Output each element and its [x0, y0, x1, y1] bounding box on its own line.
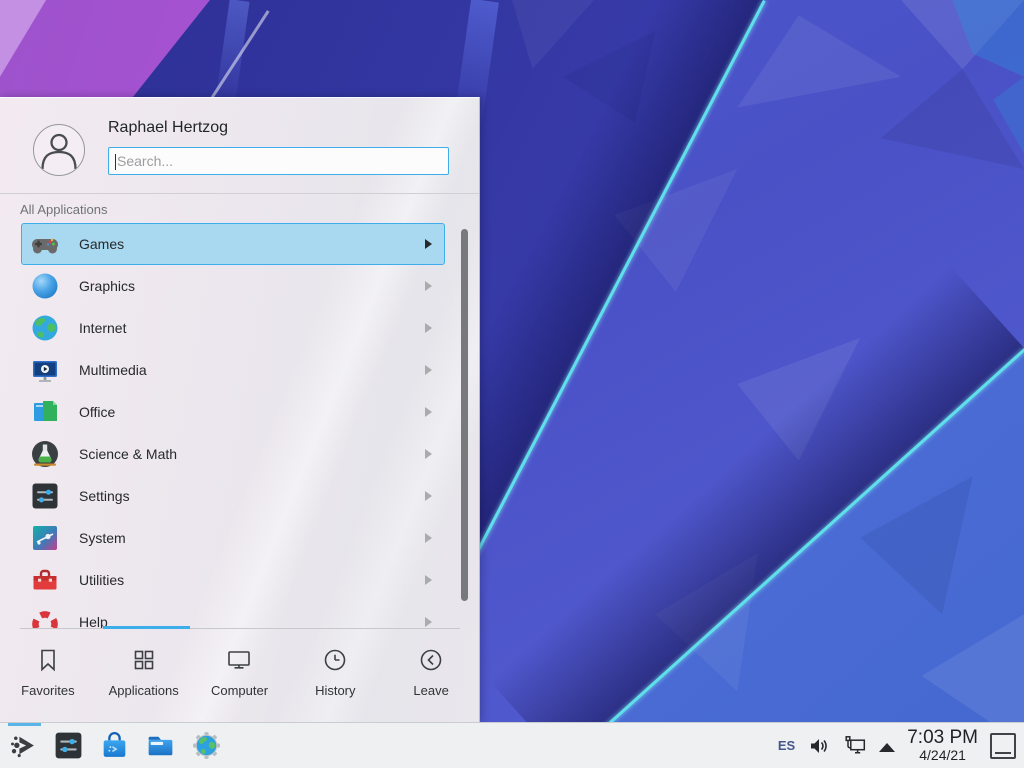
system-settings-icon[interactable]: [52, 729, 85, 762]
launcher-tab-bar: Favorites Applications Computer History …: [0, 636, 479, 716]
tray-expand-arrow-icon[interactable]: [879, 743, 895, 752]
system-slider-icon: [29, 522, 61, 554]
submenu-arrow-icon: [425, 575, 432, 585]
submenu-arrow-icon: [425, 281, 432, 291]
desktop: Raphael Hertzog All Applications Games G…: [0, 0, 1024, 768]
system-tray: ES 7:03 PM 4/24/21: [778, 723, 1016, 768]
search-box: [108, 147, 449, 175]
kde-launcher-icon[interactable]: [6, 729, 39, 762]
submenu-arrow-icon: [425, 365, 432, 375]
menu-item-graphics[interactable]: Graphics: [21, 265, 445, 307]
network-icon[interactable]: [843, 734, 867, 758]
clock-date: 4/24/21: [919, 748, 966, 763]
menu-item-office[interactable]: Office: [21, 391, 445, 433]
submenu-arrow-icon: [425, 449, 432, 459]
dolphin-file-manager-icon[interactable]: [144, 729, 177, 762]
launcher-header: Raphael Hertzog: [0, 98, 479, 193]
clock-time: 7:03 PM: [907, 728, 978, 748]
bookmark-icon: [34, 646, 62, 674]
section-label: All Applications: [20, 202, 107, 217]
submenu-arrow-icon: [425, 491, 432, 501]
submenu-arrow-icon: [425, 239, 432, 249]
keyboard-layout-indicator[interactable]: ES: [778, 738, 795, 753]
lifebuoy-icon: [29, 606, 61, 628]
tab-history[interactable]: History: [287, 636, 383, 716]
grid-icon: [130, 646, 158, 674]
menu-item-internet[interactable]: Internet: [21, 307, 445, 349]
user-name: Raphael Hertzog: [108, 119, 228, 137]
list-scrollbar[interactable]: [461, 229, 468, 601]
submenu-arrow-icon: [425, 617, 432, 627]
tab-applications[interactable]: Applications: [96, 636, 192, 716]
list-scroll-indicator: [103, 626, 190, 629]
sliders-icon: [29, 480, 61, 512]
leave-icon: [417, 646, 445, 674]
menu-item-multimedia[interactable]: Multimedia: [21, 349, 445, 391]
clock-icon: [321, 646, 349, 674]
menu-item-help[interactable]: Help: [21, 601, 445, 628]
documents-icon: [29, 396, 61, 428]
header-divider: [0, 193, 479, 194]
globe-icon: [29, 312, 61, 344]
gamepad-icon: [29, 228, 61, 260]
submenu-arrow-icon: [425, 323, 432, 333]
menu-item-system[interactable]: System: [21, 517, 445, 559]
show-desktop-button[interactable]: [990, 733, 1016, 759]
taskbar-launchers: [6, 723, 223, 768]
menu-item-games[interactable]: Games: [21, 223, 445, 265]
tab-favorites[interactable]: Favorites: [0, 636, 96, 716]
menu-item-utilities[interactable]: Utilities: [21, 559, 445, 601]
tab-computer[interactable]: Computer: [192, 636, 288, 716]
web-browser-icon[interactable]: [190, 729, 223, 762]
tab-leave[interactable]: Leave: [383, 636, 479, 716]
digital-clock[interactable]: 7:03 PM 4/24/21: [907, 728, 978, 763]
user-avatar[interactable]: [33, 124, 85, 176]
taskbar: ES 7:03 PM 4/24/21: [0, 722, 1024, 768]
application-category-list: Games Graphics Internet Multimedia O: [0, 223, 479, 628]
sphere-icon: [29, 270, 61, 302]
submenu-arrow-icon: [425, 533, 432, 543]
menu-item-settings[interactable]: Settings: [21, 475, 445, 517]
toolbox-icon: [29, 564, 61, 596]
discover-icon[interactable]: [98, 729, 131, 762]
application-launcher-menu: Raphael Hertzog All Applications Games G…: [0, 97, 480, 722]
flask-icon: [29, 438, 61, 470]
text-cursor: [115, 154, 116, 170]
monitor-play-icon: [29, 354, 61, 386]
search-input[interactable]: [109, 148, 448, 174]
volume-icon[interactable]: [807, 734, 831, 758]
list-bottom-divider: [20, 628, 460, 629]
computer-icon: [225, 646, 253, 674]
submenu-arrow-icon: [425, 407, 432, 417]
menu-item-science-math[interactable]: Science & Math: [21, 433, 445, 475]
